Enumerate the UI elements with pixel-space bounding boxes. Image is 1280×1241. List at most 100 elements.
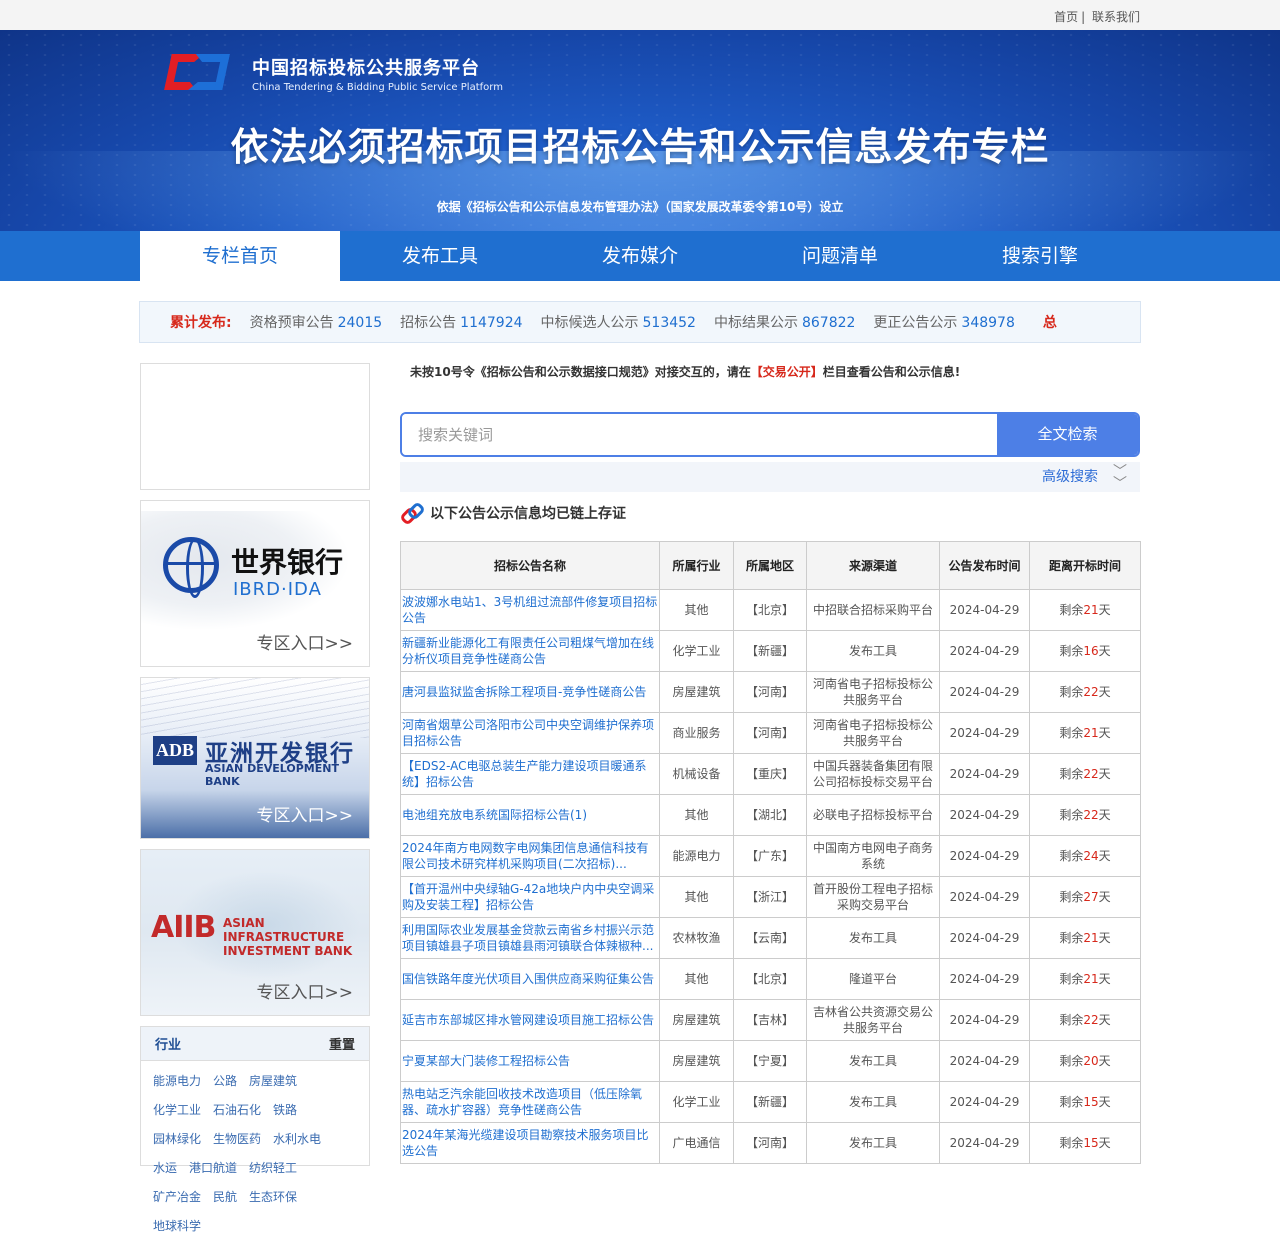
banner-subtitle: 依据《招标公告和公示信息发布管理办法》（国家发展改革委令第10号）设立 (436, 200, 844, 214)
industry-item[interactable]: 矿产冶金 (153, 1183, 201, 1212)
industry-item[interactable]: 石油石化 (213, 1096, 261, 1125)
chevron-down-icon[interactable]: ﹀ ﹀ (1110, 465, 1130, 491)
search-input[interactable] (402, 414, 997, 455)
advanced-search-link[interactable]: 高级搜索 (1042, 469, 1098, 485)
announcement-title-link[interactable]: 2024年南方电网数字电网集团信息通信科技有限公司技术研究样机采购项目(二次招标… (400, 835, 660, 877)
row-industry: 化学工业 (659, 630, 734, 672)
col-name: 招标公告名称 (400, 541, 660, 590)
industry-item[interactable]: 公路 (213, 1067, 237, 1096)
row-industry: 商业服务 (659, 712, 734, 754)
row-region: 【河南】 (733, 671, 807, 713)
row-source: 吉林省公共资源交易公共服务平台 (806, 999, 940, 1041)
row-date: 2024-04-29 (939, 917, 1030, 959)
contact-link[interactable]: 联系我们 (1092, 10, 1140, 24)
industry-item[interactable]: 园林绿化 (153, 1125, 201, 1154)
row-source: 河南省电子招标投标公共服务平台 (806, 671, 940, 713)
industry-item[interactable]: 生物医药 (213, 1125, 261, 1154)
industry-item[interactable]: 铁路 (273, 1096, 297, 1125)
row-remaining: 剩余21天 (1029, 589, 1141, 631)
industry-reset-button[interactable]: 重置 (329, 1034, 355, 1053)
announcement-title-link[interactable]: 河南省烟草公司洛阳市公司中央空调维护保养项目招标公告 (400, 712, 660, 754)
industry-item[interactable]: 生态环保 (249, 1183, 297, 1212)
search-bar: 全文检索 (400, 412, 1140, 457)
industry-item[interactable]: 港口航道 (189, 1154, 237, 1183)
stat-candidate[interactable]: 中标候选人公示 513452 (541, 312, 696, 332)
announcement-title-link[interactable]: 电池组充放电系统国际招标公告(1) (400, 794, 660, 836)
trade-public-link[interactable]: 【交易公开】 (751, 365, 823, 379)
aiib-entry-link[interactable]: 专区入口>> (257, 978, 354, 1003)
stat-prequal[interactable]: 资格预审公告 24015 (250, 312, 383, 332)
adb-entry-link[interactable]: 专区入口>> (257, 801, 354, 826)
announcement-title-link[interactable]: 利用国际农业发展基金贷款云南省乡村振兴示范项目镇雄县子项目镇雄县雨河镇联合体辣椒… (400, 917, 660, 959)
site-logo[interactable]: 中国招标投标公共服务平台 China Tendering & Bidding P… (164, 50, 503, 96)
top-bar: 首页 | 联系我们 (0, 0, 1280, 30)
table-row: 唐河县监狱监舍拆除工程项目-竞争性磋商公告 房屋建筑 【河南】 河南省电子招标投标公共… (400, 671, 1141, 713)
industry-item[interactable]: 房屋建筑 (249, 1067, 297, 1096)
announcement-title-link[interactable]: 唐河县监狱监舍拆除工程项目-竞争性磋商公告 (400, 671, 660, 713)
announcement-title-link[interactable]: 热电站乏汽余能回收技术改造项目（低压除氧器、疏水扩容器）竞争性磋商公告 (400, 1081, 660, 1123)
cumulative-stats-bar: 累计发布: 资格预审公告 24015 招标公告 1147924 中标候选人公示 513… (139, 301, 1141, 343)
row-region: 【重庆】 (733, 753, 807, 795)
row-industry: 房屋建筑 (659, 999, 734, 1041)
row-remaining: 剩余20天 (1029, 1040, 1141, 1082)
row-industry: 房屋建筑 (659, 671, 734, 713)
row-source: 中国兵器装备集团有限公司招标投标交易平台 (806, 753, 940, 795)
industry-item[interactable]: 民航 (213, 1183, 237, 1212)
stat-correction[interactable]: 更正公告公示 348978 (873, 312, 1014, 332)
advanced-search-bar[interactable]: 高级搜索 ﹀ ﹀ (400, 462, 1140, 492)
announcement-title-link[interactable]: 宁夏某部大门装修工程招标公告 (400, 1040, 660, 1082)
announcement-title-link[interactable]: 波波娜水电站1、3号机组过流部件修复项目招标公告 (400, 589, 660, 631)
announcement-title-link[interactable]: 国信铁路年度光伏项目入围供应商采购征集公告 (400, 958, 660, 1000)
adb-logo: ADB (153, 736, 198, 765)
nav-home[interactable]: 专栏首页 (140, 231, 340, 281)
nav-publish-tool[interactable]: 发布工具 (340, 231, 540, 281)
announcement-title-link[interactable]: 延吉市东部城区排水管网建设项目施工招标公告 (400, 999, 660, 1041)
industry-item[interactable]: 化学工业 (153, 1096, 201, 1125)
home-link[interactable]: 首页 (1054, 10, 1078, 24)
world-bank-subtitle: IBRD·IDA (233, 579, 322, 600)
world-bank-entry-link[interactable]: 专区入口>> (257, 629, 354, 654)
separator: | (1081, 10, 1086, 24)
row-date: 2024-04-29 (939, 1081, 1030, 1123)
row-industry: 能源电力 (659, 835, 734, 877)
row-remaining: 剩余15天 (1029, 1122, 1141, 1164)
row-date: 2024-04-29 (939, 753, 1030, 795)
row-industry: 其他 (659, 958, 734, 1000)
row-remaining: 剩余16天 (1029, 630, 1141, 672)
left-column: 世界银行 IBRD·IDA 专区入口>> ADB 亚洲开发银行 ASIAN DE… (140, 363, 370, 1233)
announcement-title-link[interactable]: 2024年某海光缆建设项目勘察技术服务项目比选公告 (400, 1122, 660, 1164)
full-text-search-button[interactable]: 全文检索 (997, 414, 1138, 455)
stat-result[interactable]: 中标结果公示 867822 (714, 312, 855, 332)
banner: 中国招标投标公共服务平台 China Tendering & Bidding P… (0, 30, 1280, 231)
adb-waves (141, 678, 369, 738)
chain-note-text: 以下公告公示信息均已链上存证 (430, 506, 626, 522)
row-region: 【云南】 (733, 917, 807, 959)
stats-lead: 累计发布: (170, 315, 232, 331)
nav-publish-media[interactable]: 发布媒介 (540, 231, 740, 281)
industry-item[interactable]: 水运 (153, 1154, 177, 1183)
table-row: 利用国际农业发展基金贷款云南省乡村振兴示范项目镇雄县子项目镇雄县雨河镇联合体辣椒… (400, 917, 1141, 959)
announcement-title-link[interactable]: 【首开温州中央绿轴G-42a地块户内中央空调采购及安装工程】招标公告 (400, 876, 660, 918)
row-region: 【河南】 (733, 712, 807, 754)
industry-grid: 能源电力 公路 房屋建筑 化学工业 石油石化 铁路 园林绿化 生物医药 水利水电… (141, 1061, 369, 1241)
row-date: 2024-04-29 (939, 589, 1030, 631)
row-date: 2024-04-29 (939, 630, 1030, 672)
table-row: 【首开温州中央绿轴G-42a地块户内中央空调采购及安装工程】招标公告 其他 【浙江】… (400, 876, 1141, 918)
stat-tender[interactable]: 招标公告 1147924 (400, 312, 522, 332)
nav-search-engine[interactable]: 搜索引擎 (940, 231, 1140, 281)
row-source: 发布工具 (806, 1122, 940, 1164)
industry-item[interactable]: 纺织轻工 (249, 1154, 297, 1183)
industry-item[interactable]: 能源电力 (153, 1067, 201, 1096)
world-bank-title: 世界银行 (231, 546, 344, 579)
nav-faq[interactable]: 问题清单 (740, 231, 940, 281)
world-bank-zone[interactable]: 世界银行 IBRD·IDA 专区入口>> (140, 500, 370, 667)
announcement-title-link[interactable]: 新疆新业能源化工有限责任公司粗煤气增加在线分析仪项目竞争性磋商公告 (400, 630, 660, 672)
aiib-zone[interactable]: AIIB ASIAN INFRASTRUCTURE INVESTMENT BANK… (140, 849, 370, 1016)
industry-item[interactable]: 地球科学 (153, 1212, 201, 1241)
adb-zone[interactable]: ADB 亚洲开发银行 ASIAN DEVELOPMENT BANK 专区入口>> (140, 677, 370, 839)
row-source: 首开股份工程电子招标采购交易平台 (806, 876, 940, 918)
industry-item[interactable]: 水利水电 (273, 1125, 321, 1154)
row-remaining: 剩余21天 (1029, 917, 1141, 959)
top-links: 首页 | 联系我们 (1054, 8, 1140, 25)
announcement-title-link[interactable]: 【EDS2-AC电驱总装生产能力建设项目暖通系统】招标公告 (400, 753, 660, 795)
